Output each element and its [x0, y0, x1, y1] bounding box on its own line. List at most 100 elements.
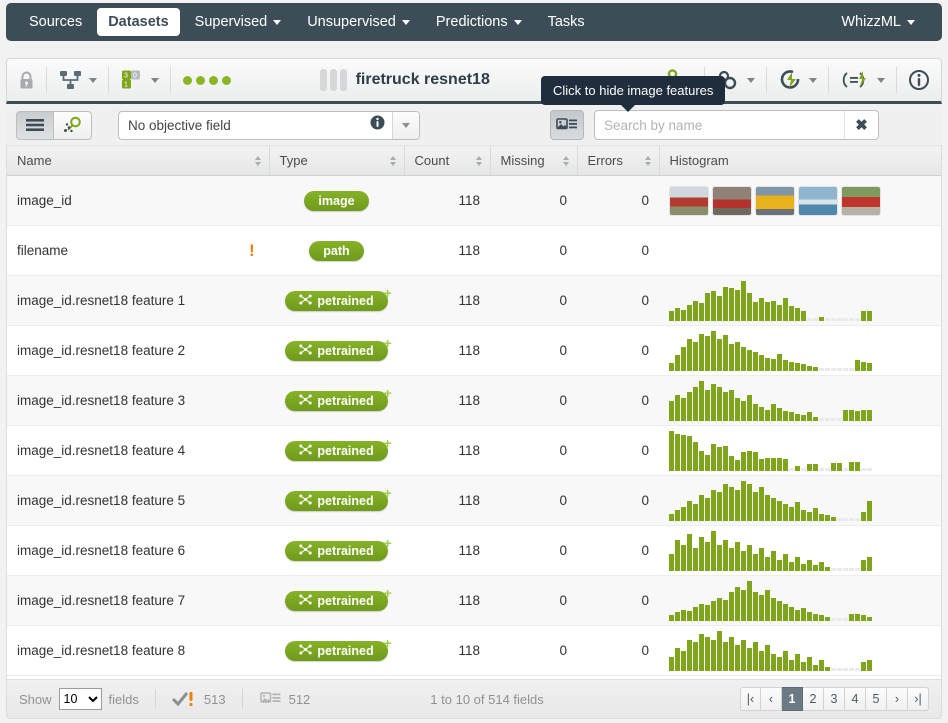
nav-item-datasets[interactable]: Datasets: [97, 8, 180, 36]
histogram-bar: [831, 367, 836, 371]
objective-field-select[interactable]: No objective field: [118, 110, 420, 140]
field-type-label: image: [318, 193, 355, 208]
image-features-toggle[interactable]: [550, 110, 584, 140]
info-icon[interactable]: [370, 115, 385, 135]
field-type-cell: petrained +: [269, 275, 404, 326]
histogram-bar: [699, 333, 704, 371]
pagination-next-button[interactable]: ›: [887, 687, 908, 711]
status-dot: [183, 75, 192, 85]
chevron-down-icon: [513, 19, 522, 25]
sort-arrows-icon[interactable]: [475, 155, 482, 166]
histogram-bar: [783, 650, 788, 671]
pagination-prev-button[interactable]: ‹: [761, 687, 782, 711]
field-type-badge[interactable]: petrained +: [285, 385, 392, 411]
histogram-bar: [693, 386, 698, 421]
info-button[interactable]: [897, 59, 941, 101]
field-type-badge[interactable]: petrained +: [285, 335, 392, 361]
histogram-bar: [861, 511, 866, 521]
histogram-bar: [771, 550, 776, 571]
histogram-bar: [729, 455, 734, 471]
table-row[interactable]: image_id image 118 0 0: [7, 175, 941, 226]
histogram-bar: [753, 351, 758, 371]
field-missing-cell: 0: [490, 375, 577, 426]
field-histogram-cell: [659, 275, 941, 326]
table-row[interactable]: image_id.resnet18 feature 4 petrained +118…: [7, 425, 941, 476]
search-input[interactable]: [595, 112, 844, 138]
histogram-bar: [705, 335, 710, 371]
field-histogram: [669, 380, 933, 421]
sort-arrows-icon[interactable]: [644, 155, 651, 166]
share-network-button[interactable]: [47, 59, 108, 101]
table-row[interactable]: filename! path 118 0 0: [7, 225, 941, 276]
column-header-type[interactable]: Type: [268, 145, 404, 176]
field-histogram: [669, 430, 933, 471]
sort-arrows-icon[interactable]: [254, 155, 261, 166]
histogram-bar: [783, 297, 788, 321]
nav-item-unsupervised[interactable]: Unsupervised: [296, 8, 421, 36]
field-count-cell: 118: [404, 275, 490, 326]
script-button[interactable]: [829, 59, 896, 101]
nav-item-supervised[interactable]: Supervised: [184, 8, 293, 36]
nav-item-tasks[interactable]: Tasks: [537, 8, 596, 36]
histogram-bar: [825, 467, 830, 471]
field-count-cell: 118: [404, 375, 490, 426]
clear-search-button[interactable]: ✖: [844, 111, 878, 139]
table-row[interactable]: image_id.resnet18 feature 3 petrained +118…: [7, 375, 941, 426]
one-click-model-button[interactable]: [767, 59, 828, 101]
field-type-badge[interactable]: image: [304, 190, 369, 211]
pagination-page-1[interactable]: 1: [782, 687, 803, 711]
plus-icon: +: [383, 534, 392, 551]
chevron-down-icon: [907, 19, 915, 25]
table-row[interactable]: image_id.resnet18 feature 1 petrained +118…: [7, 275, 941, 326]
explore-view-button[interactable]: [54, 110, 92, 140]
pagination-page-4[interactable]: 4: [845, 687, 866, 711]
field-type-badge[interactable]: petrained +: [285, 535, 392, 561]
page-size-select[interactable]: 102550100: [58, 688, 102, 710]
list-view-button[interactable]: [16, 110, 54, 140]
field-type-badge[interactable]: petrained +: [285, 285, 392, 311]
sort-arrows-icon[interactable]: [562, 155, 569, 166]
field-counts-button[interactable]: 3 0 1: [109, 59, 170, 101]
pagination-first-button[interactable]: |‹: [740, 687, 761, 711]
pagination-last-button[interactable]: ›|: [908, 687, 929, 711]
column-header-missing[interactable]: Missing: [489, 145, 577, 176]
column-header-errors[interactable]: Errors: [576, 145, 659, 176]
column-header-count[interactable]: Count: [403, 145, 490, 176]
school-bus-thumb[interactable]: [755, 185, 795, 216]
field-type-badge[interactable]: petrained +: [285, 485, 392, 511]
info-circle-icon: [908, 70, 929, 90]
chevron-down-icon[interactable]: [392, 111, 419, 139]
histogram-bar: [735, 341, 740, 371]
histogram-bar: [741, 589, 746, 621]
column-header-name[interactable]: Name: [7, 145, 269, 176]
field-type-badge[interactable]: petrained +: [285, 635, 392, 661]
firetruck-red-thumb[interactable]: [841, 185, 881, 216]
histogram-bar: [825, 666, 830, 671]
field-type-badge[interactable]: petrained +: [285, 585, 392, 611]
table-row[interactable]: image_id.resnet18 feature 6 petrained +118…: [7, 525, 941, 576]
table-row[interactable]: image_id.resnet18 feature 7 petrained +118…: [7, 575, 941, 626]
histogram-bar: [831, 417, 836, 421]
histogram-bar: [705, 454, 710, 471]
nav-item-predictions[interactable]: Predictions: [425, 8, 533, 36]
nav-item-whizzml[interactable]: WhizzML: [830, 8, 926, 36]
histogram-bar: [789, 467, 794, 471]
table-row[interactable]: image_id.resnet18 feature 8 petrained +118…: [7, 625, 941, 676]
table-row[interactable]: image_id.resnet18 feature 2 petrained +118…: [7, 325, 941, 376]
histogram-bar: [861, 467, 866, 471]
histogram-bar: [717, 630, 722, 671]
pickup-truck-thumb[interactable]: [712, 185, 752, 216]
firetruck-thumb[interactable]: [669, 185, 709, 216]
pagination-page-2[interactable]: 2: [803, 687, 824, 711]
table-row[interactable]: image_id.resnet18 feature 5 petrained +118…: [7, 475, 941, 526]
field-type-badge[interactable]: petrained +: [285, 435, 392, 461]
field-type-badge[interactable]: path: [309, 240, 364, 261]
pagination: |‹ ‹ 1 2 3 4 5 › ›|: [740, 687, 929, 711]
svg-text:0: 0: [133, 73, 137, 80]
sort-arrows-icon[interactable]: [389, 155, 396, 166]
speedboat-thumb[interactable]: [798, 185, 838, 216]
nav-item-sources[interactable]: Sources: [18, 8, 93, 36]
pagination-page-5[interactable]: 5: [866, 687, 887, 711]
lock-button[interactable]: [7, 59, 46, 101]
pagination-page-3[interactable]: 3: [824, 687, 845, 711]
